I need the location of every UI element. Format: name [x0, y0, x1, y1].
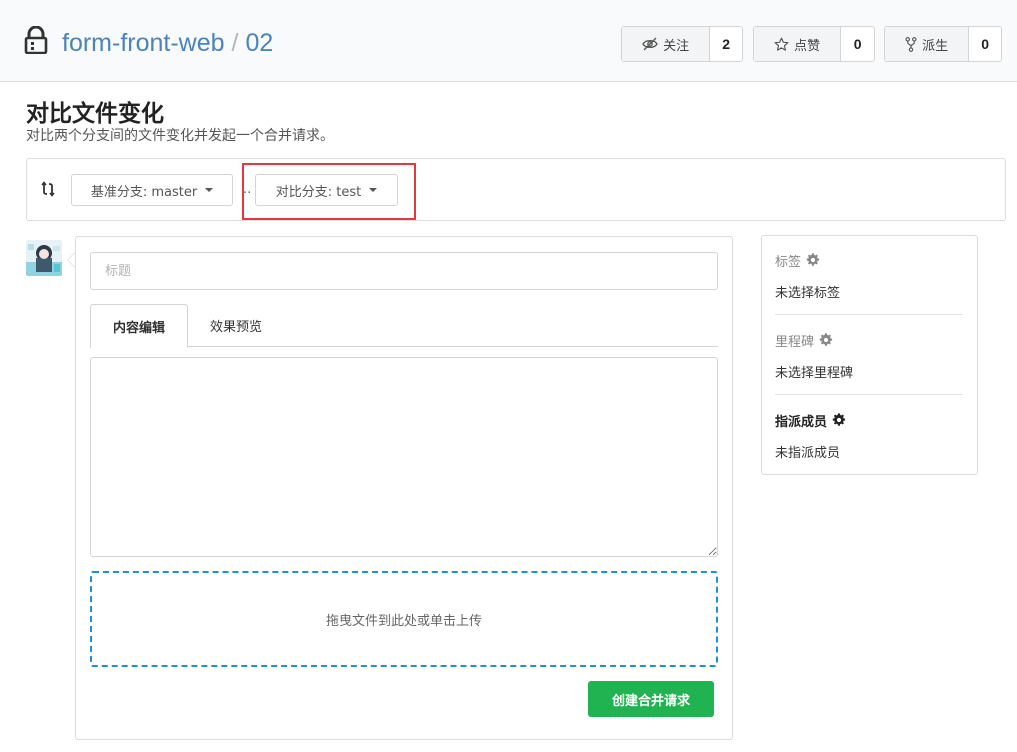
star-button[interactable]: 点赞	[754, 27, 842, 61]
title-input[interactable]	[90, 252, 718, 290]
create-merge-request-button[interactable]: 创建合并请求	[588, 681, 714, 717]
assignees-section: 指派成员 未指派成员	[775, 410, 963, 462]
milestone-section: 里程碑 未选择里程碑	[775, 330, 963, 382]
repo-title: form-front-web/02	[62, 26, 273, 60]
sidebar-divider	[775, 314, 963, 315]
repo-title-separator: /	[231, 29, 239, 57]
editor-tabs: 内容编辑 效果预览	[90, 304, 718, 348]
star-label: 点赞	[794, 38, 821, 54]
chevron-down-icon	[369, 188, 378, 192]
gear-icon	[806, 253, 820, 266]
assignees-title: 指派成员	[775, 414, 828, 430]
comment-arrow-fill	[68, 253, 75, 267]
watch-label: 关注	[663, 38, 690, 54]
content-textarea[interactable]	[90, 357, 718, 557]
avatar[interactable]	[26, 240, 62, 276]
labels-title: 标签	[775, 254, 802, 270]
base-branch-label: 基准分支: master	[90, 184, 198, 200]
labels-value: 未选择标签	[775, 286, 841, 301]
file-dropzone[interactable]: 拖曳文件到此处或单击上传	[90, 571, 718, 667]
repo-name-link[interactable]: form-front-web	[62, 29, 225, 57]
repo-sub-link[interactable]: 02	[246, 29, 274, 57]
watch-button-group: 关注 2	[621, 26, 743, 62]
head-branch-label: 对比分支: test	[275, 184, 362, 200]
avatar-image	[26, 240, 62, 276]
compare-bar: 基准分支: master .. 对比分支: test	[26, 158, 1006, 221]
head-branch-dropdown[interactable]: 对比分支: test	[255, 174, 398, 206]
tab-content-edit[interactable]: 内容编辑	[90, 304, 188, 348]
lock-icon	[24, 26, 48, 54]
gear-icon	[819, 333, 833, 346]
labels-section: 标签 未选择标签	[775, 250, 963, 302]
star-button-group: 点赞 0	[753, 26, 875, 62]
sidebar: 标签 未选择标签 里程碑 未选择里程碑 指派成员 未指派成员	[761, 235, 978, 475]
star-count[interactable]: 0	[841, 27, 874, 61]
page-title: 对比文件变化	[26, 101, 164, 127]
page-subtitle: 对比两个分支间的文件变化并发起一个合并请求。	[26, 128, 334, 144]
fork-label: 派生	[922, 38, 949, 54]
fork-icon	[905, 36, 917, 52]
eye-slash-icon	[642, 37, 658, 51]
fork-button-group: 派生 0	[884, 26, 1002, 62]
chevron-down-icon	[205, 188, 214, 192]
gear-icon	[832, 413, 846, 426]
repo-header: form-front-web/02 关注 2 点赞 0 派生 0	[0, 0, 1017, 82]
milestone-header[interactable]: 里程碑	[775, 330, 963, 350]
dropzone-text: 拖曳文件到此处或单击上传	[325, 613, 482, 629]
watch-button[interactable]: 关注	[622, 27, 711, 61]
assignees-value: 未指派成员	[775, 446, 841, 461]
star-icon	[774, 37, 789, 51]
pull-request-form: 内容编辑 效果预览 拖曳文件到此处或单击上传 创建合并请求	[75, 236, 733, 740]
compare-icon	[41, 181, 55, 197]
tab-preview[interactable]: 效果预览	[188, 304, 284, 347]
labels-header[interactable]: 标签	[775, 250, 963, 270]
milestone-title: 里程碑	[775, 334, 815, 350]
fork-count[interactable]: 0	[969, 27, 1001, 61]
base-branch-dropdown[interactable]: 基准分支: master	[71, 174, 233, 206]
compare-dots: ..	[243, 182, 252, 197]
watch-count[interactable]: 2	[710, 27, 742, 61]
assignees-header[interactable]: 指派成员	[775, 410, 963, 430]
fork-button[interactable]: 派生	[885, 27, 970, 61]
sidebar-divider	[775, 394, 963, 395]
milestone-value: 未选择里程碑	[775, 366, 854, 381]
